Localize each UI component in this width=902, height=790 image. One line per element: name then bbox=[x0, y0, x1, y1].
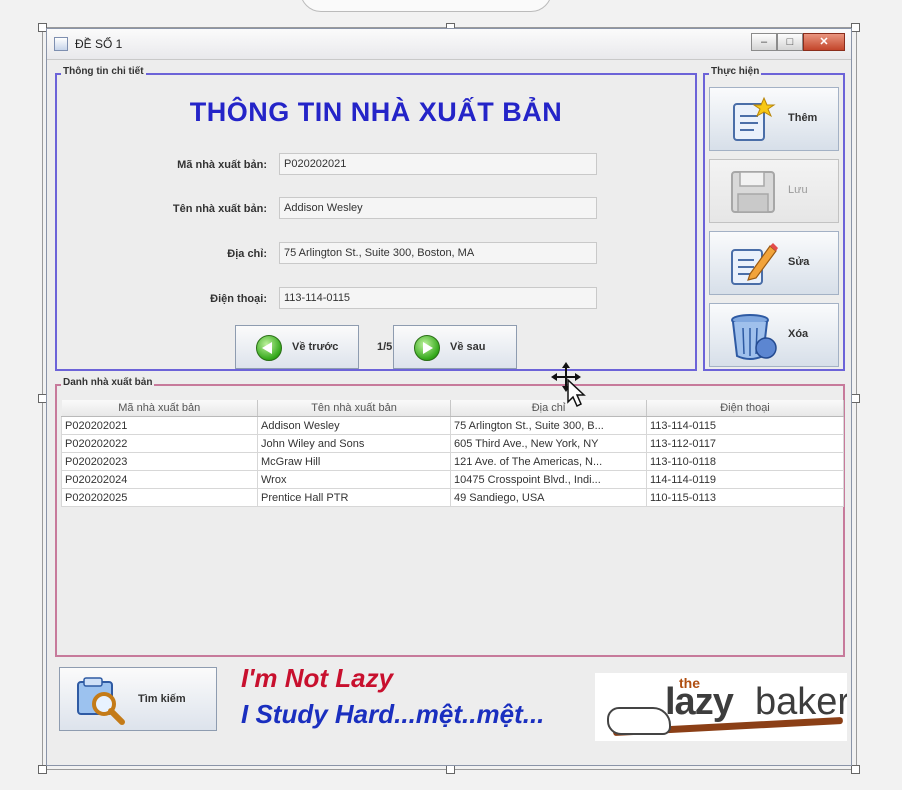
details-group: Thông tin chi tiết THÔNG TIN NHÀ XUẤT BẢ… bbox=[55, 66, 697, 371]
save-button-label: Lưu bbox=[788, 184, 808, 196]
cell-phone: 113-114-0115 bbox=[646, 416, 844, 435]
table-row[interactable]: P020202023 McGraw Hill 121 Ave. of The A… bbox=[61, 452, 844, 471]
app-icon bbox=[54, 37, 68, 51]
arrow-left-icon bbox=[256, 335, 282, 361]
table-row[interactable]: P020202021 Addison Wesley 75 Arlington S… bbox=[61, 416, 844, 435]
actions-group: Thực hiện Thêm Lưu Sửa Xóa bbox=[703, 66, 845, 371]
delete-button-label: Xóa bbox=[788, 328, 809, 340]
cell-name: Addison Wesley bbox=[257, 416, 451, 435]
title-bar[interactable]: ĐỀ SỐ 1 – □ ✕ bbox=[47, 29, 851, 60]
cell-id: P020202022 bbox=[61, 434, 258, 453]
address-field[interactable]: 75 Arlington St., Suite 300, Boston, MA bbox=[279, 242, 597, 264]
resize-handle-bottom[interactable] bbox=[446, 765, 455, 774]
column-header-id[interactable]: Mã nhà xuất bản bbox=[61, 400, 258, 417]
table-row[interactable]: P020202024 Wrox 10475 Crosspoint Blvd., … bbox=[61, 470, 844, 489]
cell-address: 75 Arlington St., Suite 300, B... bbox=[450, 416, 647, 435]
search-button-label: Tìm kiếm bbox=[138, 693, 186, 705]
search-button[interactable]: Tìm kiếm bbox=[59, 667, 217, 731]
publisher-list-group: Danh nhà xuất bản Mã nhà xuất bản Tên nh… bbox=[55, 377, 845, 657]
cell-id: P020202024 bbox=[61, 470, 258, 489]
trash-icon bbox=[731, 314, 777, 360]
table-row[interactable]: P020202025 Prentice Hall PTR 49 Sandiego… bbox=[61, 488, 844, 507]
phone-label: Điện thoại: bbox=[210, 293, 267, 305]
window-title: ĐỀ SỐ 1 bbox=[75, 37, 123, 51]
address-label: Địa chỉ: bbox=[227, 248, 267, 260]
resize-handle-bottom-left[interactable] bbox=[38, 765, 47, 774]
app-window: ĐỀ SỐ 1 – □ ✕ Thông tin chi tiết THÔNG T… bbox=[46, 28, 852, 766]
resize-handle-top-right[interactable] bbox=[851, 23, 860, 32]
column-header-name[interactable]: Tên nhà xuất bản bbox=[257, 400, 451, 417]
delete-button[interactable]: Xóa bbox=[709, 303, 839, 367]
cell-phone: 113-110-0118 bbox=[646, 452, 844, 471]
minimize-icon[interactable]: – bbox=[751, 33, 777, 51]
publisher-id-label: Mã nhà xuất bản: bbox=[177, 159, 267, 171]
publisher-id-field[interactable]: P020202021 bbox=[279, 153, 597, 175]
cell-id: P020202021 bbox=[61, 416, 258, 435]
arrow-right-icon bbox=[414, 335, 440, 361]
slogan-line-2: I Study Hard...mệt..mệt... bbox=[241, 699, 545, 729]
cell-id: P020202023 bbox=[61, 452, 258, 471]
edit-button-label: Sửa bbox=[788, 256, 810, 268]
background-shape bbox=[300, 0, 552, 12]
next-button[interactable]: Về sau bbox=[393, 325, 517, 369]
cell-address: 605 Third Ave., New York, NY bbox=[450, 434, 647, 453]
save-icon bbox=[731, 171, 775, 213]
cell-phone: 113-112-0117 bbox=[646, 434, 844, 453]
previous-button[interactable]: Về trước bbox=[235, 325, 359, 369]
table-row[interactable]: P020202022 John Wiley and Sons 605 Third… bbox=[61, 434, 844, 453]
cell-name: John Wiley and Sons bbox=[257, 434, 451, 453]
add-button[interactable]: Thêm bbox=[709, 87, 839, 151]
add-button-label: Thêm bbox=[788, 112, 818, 124]
search-icon bbox=[77, 677, 125, 725]
cell-phone: 110-115-0113 bbox=[646, 488, 844, 507]
logo-mascot bbox=[607, 707, 671, 735]
page-title: THÔNG TIN NHÀ XUẤT BẢN bbox=[189, 97, 563, 127]
resize-handle-bottom-right[interactable] bbox=[851, 765, 860, 774]
logo-text-lazy: lazy bbox=[665, 681, 734, 723]
publisher-list-legend: Danh nhà xuất bản bbox=[61, 377, 155, 388]
publisher-table[interactable]: Mã nhà xuất bản Tên nhà xuất bản Địa chỉ… bbox=[61, 400, 844, 507]
logo-text-baker: baker bbox=[755, 681, 847, 723]
table-header-row: Mã nhà xuất bản Tên nhà xuất bản Địa chỉ… bbox=[61, 400, 844, 417]
slogan-line-1: I'm Not Lazy bbox=[241, 663, 394, 693]
close-icon[interactable]: ✕ bbox=[803, 33, 845, 51]
next-button-label: Về sau bbox=[450, 341, 486, 353]
resize-handle-right[interactable] bbox=[851, 394, 860, 403]
cell-name: McGraw Hill bbox=[257, 452, 451, 471]
cell-address: 121 Ave. of The Americas, N... bbox=[450, 452, 647, 471]
mouse-cursor-icon bbox=[551, 362, 586, 408]
save-button[interactable]: Lưu bbox=[709, 159, 839, 223]
window-controls: – □ ✕ bbox=[751, 33, 845, 51]
actions-group-legend: Thực hiện bbox=[709, 66, 762, 77]
publisher-name-field[interactable]: Addison Wesley bbox=[279, 197, 597, 219]
column-header-phone[interactable]: Điện thoại bbox=[646, 400, 844, 417]
lazybaker-logo: the lazy baker bbox=[595, 673, 847, 741]
page-indicator: 1/5 bbox=[377, 341, 393, 353]
details-group-legend: Thông tin chi tiết bbox=[61, 66, 146, 77]
edit-document-icon bbox=[731, 243, 778, 285]
add-document-icon bbox=[733, 96, 776, 141]
cell-address: 10475 Crosspoint Blvd., Indi... bbox=[450, 470, 647, 489]
cell-name: Wrox bbox=[257, 470, 451, 489]
cell-address: 49 Sandiego, USA bbox=[450, 488, 647, 507]
cell-id: P020202025 bbox=[61, 488, 258, 507]
cell-name: Prentice Hall PTR bbox=[257, 488, 451, 507]
column-header-address[interactable]: Địa chỉ bbox=[450, 400, 647, 417]
edit-button[interactable]: Sửa bbox=[709, 231, 839, 295]
phone-field[interactable]: 113-114-0115 bbox=[279, 287, 597, 309]
maximize-icon[interactable]: □ bbox=[777, 33, 803, 51]
publisher-name-label: Tên nhà xuất bản: bbox=[172, 203, 267, 215]
previous-button-label: Về trước bbox=[292, 341, 339, 353]
cell-phone: 114-114-0119 bbox=[646, 470, 844, 489]
